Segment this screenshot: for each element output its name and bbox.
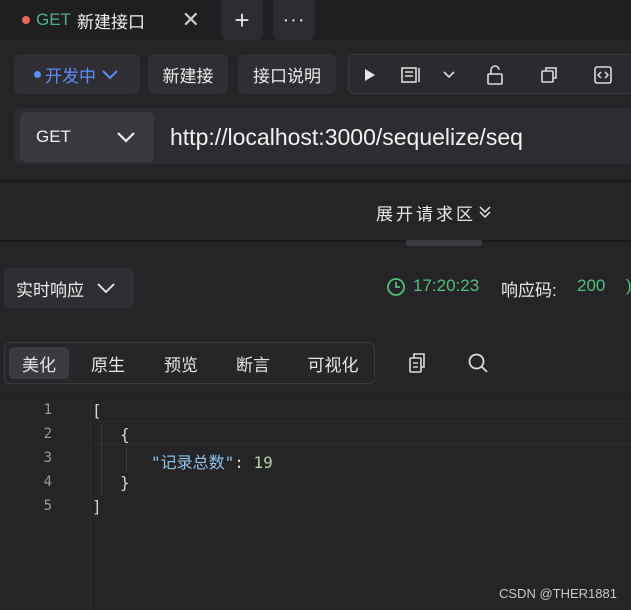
line-number: 1 (43, 402, 52, 418)
response-time: 17:20:23 (413, 276, 480, 295)
divider (0, 396, 631, 397)
double-chevron-down-icon (479, 206, 491, 219)
close-icon[interactable]: ✕ (182, 9, 200, 31)
code-line: } (120, 473, 130, 492)
line-number: 3 (43, 450, 52, 466)
indent-guide (101, 425, 102, 495)
response-mode-select[interactable]: 实时响应 (4, 268, 134, 308)
doc-icon[interactable] (397, 55, 425, 95)
api-doc-button[interactable]: 接口说明 (238, 54, 336, 94)
code-line: [ (92, 401, 102, 420)
json-value: 19 (253, 453, 273, 472)
add-tab-button[interactable]: + (221, 0, 263, 40)
chevron-down-icon[interactable] (437, 55, 461, 95)
chevron-down-icon (117, 132, 135, 143)
current-line-highlight (92, 421, 631, 445)
method-select[interactable]: GET (20, 112, 154, 162)
line-number: 2 (43, 426, 52, 442)
response-mode-label: 实时响应 (16, 280, 84, 300)
method-label: GET (36, 127, 71, 146)
tab-new-interface[interactable]: GET 新建接口 ✕ (14, 0, 212, 40)
tab-raw[interactable]: 原生 (77, 343, 139, 383)
copy-icon[interactable] (535, 55, 563, 95)
new-connection-button[interactable]: 新建接 (148, 54, 228, 94)
watermark: CSDN @THER1881 (499, 586, 617, 601)
view-tabs: 美化 原生 预览 断言 可视化 (4, 342, 375, 384)
url-input[interactable]: http://localhost:3000/sequelize/seq (170, 112, 523, 162)
code-line: "记录总数": 19 (151, 449, 273, 473)
tab-assert[interactable]: 断言 (221, 343, 285, 383)
resize-handle[interactable] (406, 240, 482, 246)
unlock-icon[interactable] (481, 55, 509, 95)
search-icon[interactable] (466, 351, 490, 375)
env-dot (34, 70, 41, 78)
json-key: "记录总数" (151, 453, 235, 472)
expand-label: 展开请求区 (376, 204, 476, 224)
divider (0, 240, 631, 242)
play-icon[interactable] (357, 55, 383, 95)
chevron-down-icon (102, 70, 118, 80)
environment-select[interactable]: 开发中 (14, 54, 140, 94)
clock-icon (387, 278, 405, 296)
tab-preview[interactable]: 预览 (149, 343, 213, 383)
tab-title: 新建接口 (76, 12, 145, 32)
truncated-text: ) (626, 276, 631, 296)
status-code-label: 响应码: (501, 281, 557, 300)
code-line: { (120, 425, 130, 444)
code-icon[interactable] (589, 55, 617, 95)
expand-request-button[interactable]: 展开请求区 (376, 200, 492, 224)
chevron-down-icon (97, 283, 115, 294)
status-code: 200 (577, 276, 606, 295)
action-toolbar (348, 54, 631, 94)
line-number: 5 (43, 498, 52, 514)
tab-visualize[interactable]: 可视化 (295, 343, 371, 383)
indent-guide (126, 448, 127, 472)
json-colon: : (234, 453, 254, 472)
line-number: 4 (43, 474, 52, 490)
divider (0, 180, 631, 183)
unsaved-dot (22, 16, 30, 24)
code-line: ] (92, 497, 102, 516)
env-label: 开发中 (45, 66, 96, 86)
gutter-separator (90, 400, 91, 610)
copy-icon[interactable] (405, 351, 429, 375)
tab-method: GET (36, 10, 71, 29)
tab-beautify[interactable]: 美化 (9, 347, 69, 379)
more-icon[interactable]: ··· (273, 0, 315, 40)
